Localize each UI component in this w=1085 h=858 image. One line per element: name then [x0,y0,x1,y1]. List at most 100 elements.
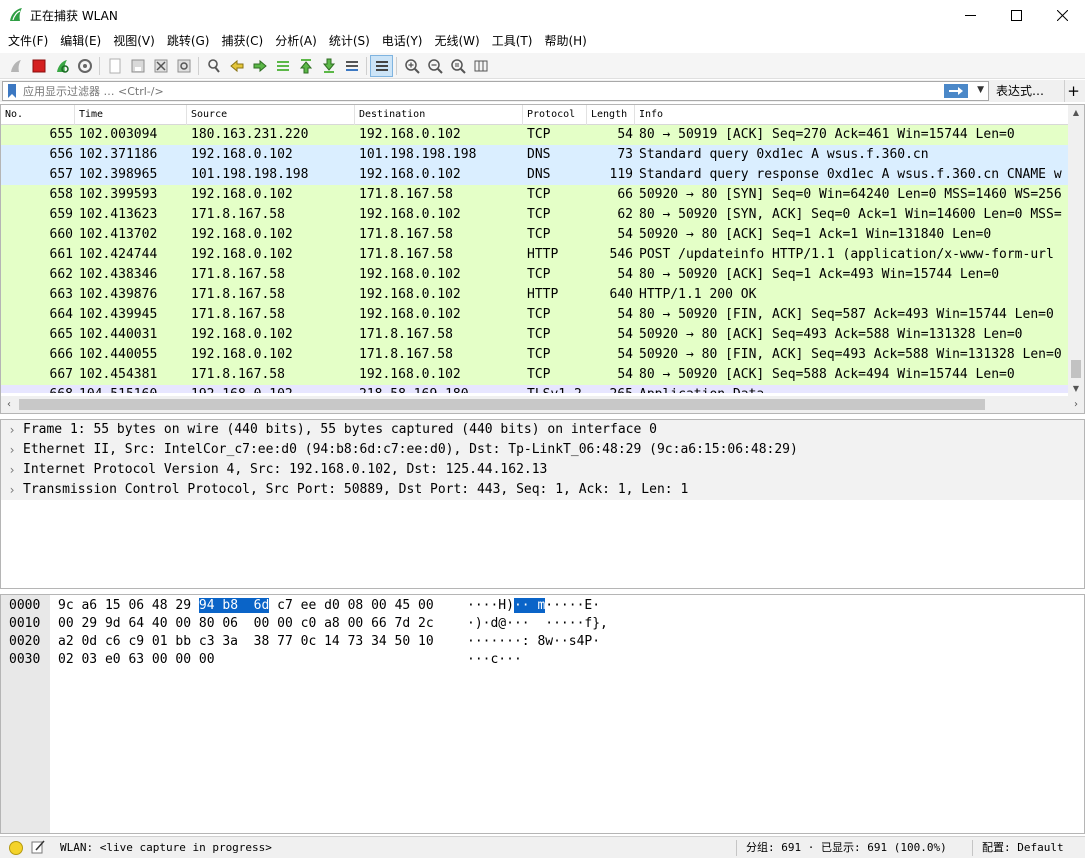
start-capture-button[interactable] [4,55,27,77]
normal-size-button[interactable] [446,55,469,77]
cell-protocol: HTTP [527,247,559,262]
detail-frame[interactable]: › Frame 1: 55 bytes on wire (440 bits), … [1,420,1084,440]
autoscroll-button[interactable] [340,55,363,77]
table-row[interactable]: 656 102.371186 192.168.0.102 101.198.198.19… [1,145,1070,165]
open-file-button[interactable] [103,55,126,77]
go-to-packet-button[interactable] [271,55,294,77]
table-row[interactable]: 655 102.003094 180.163.231.220 192.168.0.10… [1,125,1070,145]
table-row[interactable]: 658 102.399593 192.168.0.102 171.8.167.58 TC… [1,185,1070,205]
go-back-button[interactable] [225,55,248,77]
profile-status[interactable]: 配置: Default [982,837,1064,858]
column-header-info[interactable]: Info [635,105,1070,125]
table-row[interactable]: 662 102.438346 171.8.167.58 192.168.0.102 TC… [1,265,1070,285]
detail-ipv4[interactable]: › Internet Protocol Version 4, Src: 192.… [1,460,1084,480]
chevron-right-icon[interactable]: › [1,440,23,460]
table-row[interactable]: 657 102.398965 101.198.198.198 192.168.0.10… [1,165,1070,185]
menu-statistics[interactable]: 统计(S) [323,30,376,52]
ascii-bytes[interactable]: ···c··· [467,651,522,669]
zoom-out-button[interactable] [423,55,446,77]
ascii-bytes[interactable]: ·)·d@··· ·····f}, [467,615,608,633]
table-row[interactable]: 665 102.440031 192.168.0.102 171.8.167.58 TC… [1,325,1070,345]
scroll-left-icon[interactable]: ‹ [1,396,17,413]
cell-info: Application Data [639,385,1070,393]
byte-offset: 0030 [9,652,41,667]
ascii-text: ·)·d@··· ·····f}, [467,616,608,631]
column-header-source[interactable]: Source [187,105,355,125]
detail-tcp[interactable]: › Transmission Control Protocol, Src Por… [1,480,1084,500]
minimize-button[interactable] [947,0,993,30]
apply-filter-button[interactable] [944,84,968,98]
detail-ethernet[interactable]: › Ethernet II, Src: IntelCor_c7:ee:d0 (9… [1,440,1084,460]
table-row[interactable]: 660 102.413702 192.168.0.102 171.8.167.58 TC… [1,225,1070,245]
cell-source: 171.8.167.58 [191,267,285,282]
colorize-button[interactable] [370,54,393,77]
expert-info-icon[interactable] [9,841,23,855]
bookmark-icon[interactable] [5,83,19,99]
scroll-down-icon[interactable]: ▼ [1068,381,1084,397]
column-header-no[interactable]: No. [1,105,75,125]
zoom-in-icon [404,58,420,74]
add-filter-button[interactable]: + [1064,80,1082,102]
scroll-up-icon[interactable]: ▲ [1068,105,1084,121]
zoom-in-button[interactable] [400,55,423,77]
table-row[interactable]: 668 104.515160 192.168.0.102 218.58.169.180… [1,385,1070,393]
scroll-right-icon[interactable]: › [1068,396,1084,413]
menu-capture[interactable]: 捕获(C) [215,30,269,52]
menu-tools[interactable]: 工具(T) [486,30,539,52]
column-header-time[interactable]: Time [75,105,187,125]
chevron-right-icon[interactable]: › [1,460,23,480]
close-file-button[interactable] [149,55,172,77]
find-packet-button[interactable] [202,55,225,77]
filter-history-dropdown[interactable]: ▼ [977,85,984,95]
hex-bytes[interactable]: 02 03 e0 63 00 00 00 [58,651,215,669]
column-header-destination[interactable]: Destination [355,105,523,125]
cell-time: 102.438346 [79,267,158,282]
table-row[interactable]: 666 102.440055 192.168.0.102 171.8.167.58 TC… [1,345,1070,365]
maximize-button[interactable] [993,0,1039,30]
reload-file-button[interactable] [172,55,195,77]
restart-capture-button[interactable] [50,55,73,77]
menu-file[interactable]: 文件(F) [2,30,54,52]
menu-go[interactable]: 跳转(G) [161,30,216,52]
packet-list-vertical-scrollbar[interactable]: ▲ ▼ [1068,105,1084,397]
table-row[interactable]: 667 102.454381 171.8.167.58 192.168.0.102 TC… [1,365,1070,385]
save-file-button[interactable] [126,55,149,77]
close-button[interactable] [1039,0,1085,30]
ascii-bytes[interactable]: ····H)·· m·····E· [467,597,600,615]
table-row[interactable]: 659 102.413623 171.8.167.58 192.168.0.102 TC… [1,205,1070,225]
menu-telephony[interactable]: 电话(Y) [376,30,429,52]
chevron-right-icon[interactable]: › [1,420,23,440]
hex-bytes[interactable]: a2 0d c6 c9 01 bb c3 3a 38 77 0c 14 73 3… [58,633,434,651]
zoom-out-icon [427,58,443,74]
table-row[interactable]: 664 102.439945 171.8.167.58 192.168.0.102 TC… [1,305,1070,325]
menu-wireless[interactable]: 无线(W) [429,30,486,52]
hex-bytes[interactable]: 00 29 9d 64 40 00 80 06 00 00 c0 a8 00 6… [58,615,434,633]
go-forward-button[interactable] [248,55,271,77]
menu-help[interactable]: 帮助(H) [538,30,592,52]
menu-view[interactable]: 视图(V) [107,30,161,52]
byte-offset: 0020 [9,634,41,649]
hex-bytes[interactable]: 9c a6 15 06 48 29 94 b8 6d c7 ee d0 08 0… [58,597,434,615]
capture-comment-icon[interactable] [30,839,46,855]
stop-capture-button[interactable] [27,55,50,77]
menu-edit[interactable]: 编辑(E) [54,30,107,52]
column-header-length[interactable]: Length [587,105,635,125]
ascii-bytes[interactable]: ·······: 8w··s4P· [467,633,600,651]
packet-list-horizontal-scrollbar[interactable]: ‹ › [1,396,1084,413]
display-filter-input[interactable] [19,83,919,99]
last-packet-button[interactable] [317,55,340,77]
menu-analyze[interactable]: 分析(A) [269,30,323,52]
first-packet-button[interactable] [294,55,317,77]
table-row[interactable]: 663 102.439876 171.8.167.58 192.168.0.102 HT… [1,285,1070,305]
cell-no: 665 [49,327,73,342]
table-row[interactable]: 661 102.424744 192.168.0.102 171.8.167.58 HT… [1,245,1070,265]
horizontal-scroll-thumb[interactable] [19,399,985,410]
cell-destination: 192.168.0.102 [359,127,461,142]
vertical-scroll-thumb[interactable] [1071,360,1081,378]
resize-columns-button[interactable] [469,55,492,77]
expression-button[interactable]: 表达式… [996,80,1044,102]
chevron-right-icon[interactable]: › [1,480,23,500]
capture-options-button[interactable] [73,55,96,77]
column-header-protocol[interactable]: Protocol [523,105,587,125]
reload-file-icon [177,59,190,72]
